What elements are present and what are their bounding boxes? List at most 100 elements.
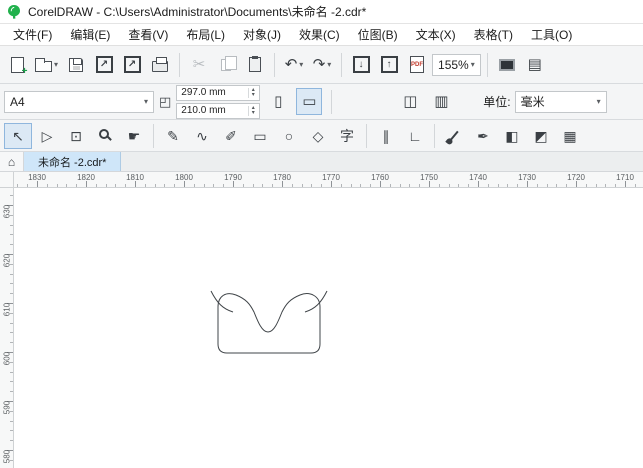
clipboard-icon: [249, 57, 261, 72]
magnifier-icon: [99, 129, 109, 139]
canvas-area[interactable]: [14, 188, 643, 468]
ruler-tick: [164, 184, 165, 187]
ruler-label: 610: [3, 298, 12, 322]
print-document-button[interactable]: [147, 51, 173, 78]
page-width-value: 297.0 mm: [181, 87, 225, 98]
ruler-label: 1830: [25, 173, 49, 182]
welcome-home-button[interactable]: ⌂: [0, 152, 24, 171]
ruler-tick: [302, 184, 303, 187]
interactive-fill-tool-button[interactable]: ◩: [527, 123, 555, 149]
menu-item-table[interactable]: 表格(T): [465, 24, 522, 45]
connector-tool-button[interactable]: ∟: [401, 123, 429, 149]
ellipse-icon: ○: [285, 129, 293, 143]
open-document-button[interactable]: ▾: [32, 51, 61, 78]
units-combo[interactable]: 毫米 ▾: [515, 91, 607, 113]
ruler-tick: [76, 184, 77, 187]
ruler-tick: [10, 323, 13, 324]
apply-to-all-pages-button[interactable]: ◫: [397, 88, 423, 115]
freehand-tool-button[interactable]: ✎: [159, 123, 187, 149]
menu-item-bitmaps[interactable]: 位图(B): [349, 24, 407, 45]
menu-item-edit[interactable]: 编辑(E): [61, 24, 119, 45]
toolbar-separator: [487, 53, 488, 77]
ruler-label: 1800: [172, 173, 196, 182]
fill-tool-button[interactable]: ◧: [498, 123, 526, 149]
screen-icon: [499, 59, 515, 71]
page-size-combo[interactable]: A4 ▾: [4, 91, 154, 113]
ruler-tick: [125, 184, 126, 187]
ellipse-tool-button[interactable]: ○: [275, 123, 303, 149]
page-height-input[interactable]: 210.0 mm ▴ ▾: [176, 103, 260, 119]
spin-down-icon[interactable]: ▾: [252, 93, 255, 98]
menu-item-file[interactable]: 文件(F): [4, 24, 61, 45]
publish-document-button[interactable]: ↗: [119, 51, 145, 78]
pick-tool-button[interactable]: ↖: [4, 123, 32, 149]
dimension-tool-button[interactable]: ∥: [372, 123, 400, 149]
drawing-scale-button[interactable]: ▥: [428, 88, 454, 115]
paste-button[interactable]: [242, 51, 268, 78]
bezier-tool-button[interactable]: ∿: [188, 123, 216, 149]
text-tool-button[interactable]: 字: [333, 123, 361, 149]
redo-button[interactable]: ↷▾: [309, 51, 335, 78]
ruler-tick: [194, 184, 195, 187]
ruler-tick: [253, 184, 254, 187]
save-document-button[interactable]: [63, 51, 89, 78]
outline-pen-tool-button[interactable]: ✒: [469, 123, 497, 149]
export-button[interactable]: ↑: [376, 51, 402, 78]
menu-item-layout[interactable]: 布局(L): [177, 24, 234, 45]
spin-down-icon[interactable]: ▾: [252, 111, 255, 116]
ruler-corner[interactable]: [0, 172, 14, 188]
zoom-tool-button[interactable]: [91, 123, 119, 149]
ruler-label: 1720: [564, 173, 588, 182]
new-document-button[interactable]: +: [4, 51, 30, 78]
shape-tool-button[interactable]: ▷: [33, 123, 61, 149]
horizontal-ruler[interactable]: 1830182018101800179017801770176017501740…: [14, 172, 643, 188]
ruler-tick: [351, 184, 352, 187]
vertical-ruler[interactable]: 630620610600590580: [0, 188, 14, 468]
export-arrow-icon-glyph: ↑: [387, 60, 392, 70]
portrait-button[interactable]: ▯: [265, 88, 291, 115]
page-height-spinner[interactable]: ▴ ▾: [248, 106, 257, 116]
pan-tool-button[interactable]: ☛: [120, 123, 148, 149]
artistic-media-tool-button[interactable]: ✐: [217, 123, 245, 149]
document-tab[interactable]: 未命名 -2.cdr*: [24, 152, 121, 171]
text-icon: 字: [340, 129, 354, 143]
menu-item-object[interactable]: 对象(J): [234, 24, 290, 45]
page-width-spinner[interactable]: ▴ ▾: [248, 88, 257, 98]
menu-item-text[interactable]: 文本(X): [407, 24, 465, 45]
drawn-curve-shape[interactable]: [218, 294, 320, 353]
import-button[interactable]: ↓: [348, 51, 374, 78]
ruler-tick: [566, 184, 567, 187]
landscape-button[interactable]: ▭: [296, 88, 322, 115]
full-screen-preview-button[interactable]: [494, 51, 520, 78]
ruler-label: 1760: [368, 173, 392, 182]
ruler-icon: ▤: [528, 57, 542, 72]
rectangle-tool-button[interactable]: ▭: [246, 123, 274, 149]
menu-item-tools[interactable]: 工具(O): [522, 24, 581, 45]
polygon-tool-button[interactable]: ◇: [304, 123, 332, 149]
toolbar-separator: [153, 124, 154, 148]
menu-item-effects[interactable]: 效果(C): [290, 24, 349, 45]
drawing-scale-icon: ▥: [434, 94, 448, 109]
toolbar-separator: [434, 124, 435, 148]
zoom-level-combo[interactable]: 155%▾: [432, 54, 481, 76]
crop-tool-button[interactable]: ⊡: [62, 123, 90, 149]
ruler-tick: [498, 184, 499, 187]
drawing-layer: [14, 188, 643, 468]
eyedropper-tool-button[interactable]: [440, 123, 468, 149]
document-tab-label: 未命名 -2.cdr*: [38, 154, 106, 170]
ruler-tick: [10, 342, 13, 343]
ruler-label: 620: [3, 249, 12, 273]
transparency-tool-button[interactable]: ▦: [556, 123, 584, 149]
page-dimensions-inputs: 297.0 mm ▴ ▾ 210.0 mm ▴ ▾: [176, 85, 260, 119]
share-document-button[interactable]: ↗: [91, 51, 117, 78]
ruler-tick: [10, 430, 13, 431]
undo-button[interactable]: ↶▾: [281, 51, 307, 78]
ruler-tick: [517, 184, 518, 187]
publish-pdf-button[interactable]: PDF: [404, 51, 430, 78]
pen-nib-icon: ✒: [477, 129, 489, 143]
page-width-input[interactable]: 297.0 mm ▴ ▾: [176, 85, 260, 101]
menu-item-view[interactable]: 查看(V): [119, 24, 177, 45]
show-rulers-button[interactable]: ▤: [522, 51, 548, 78]
ruler-tick: [537, 184, 538, 187]
ruler-tick: [10, 440, 13, 441]
